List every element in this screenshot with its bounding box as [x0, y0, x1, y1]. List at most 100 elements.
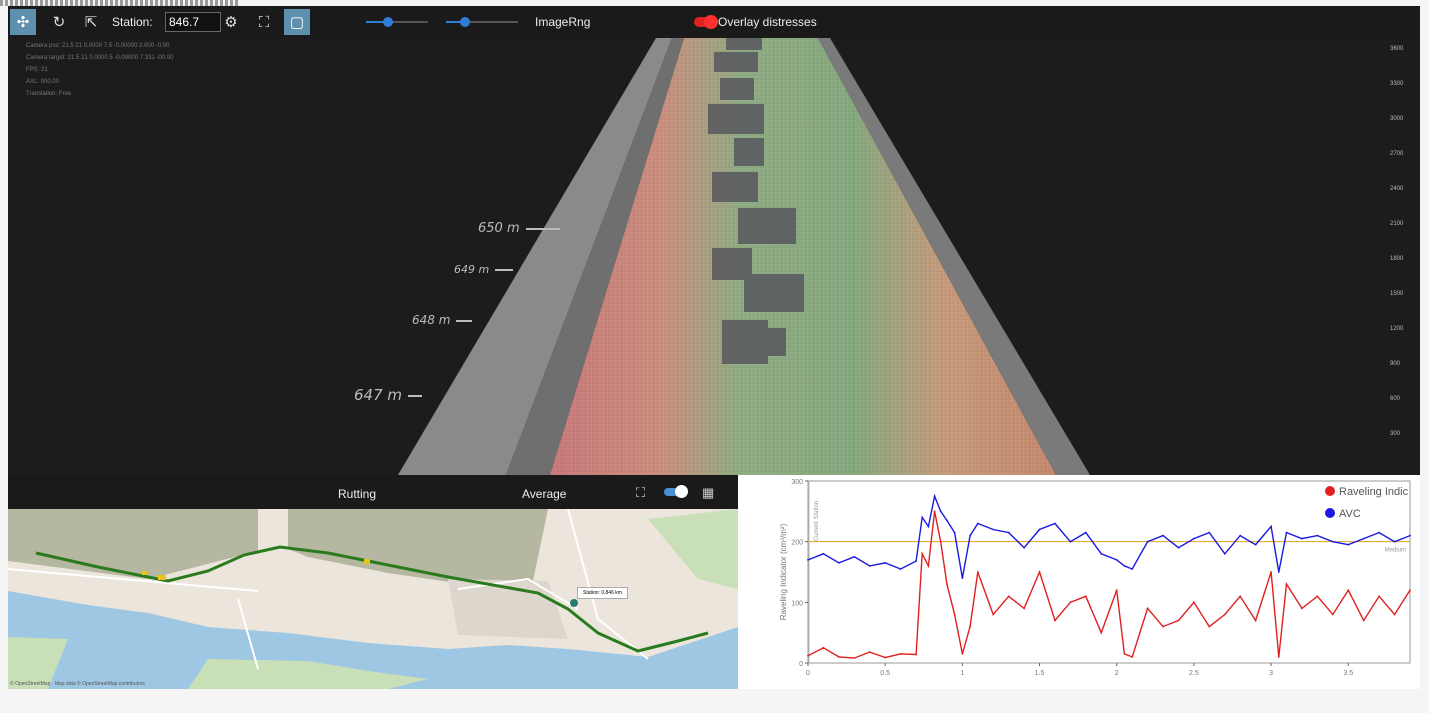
data-point: [1162, 625, 1164, 628]
y-tick-label: 100: [791, 600, 803, 607]
calculator-icon[interactable]: ▦: [702, 485, 714, 501]
data-point: [1131, 568, 1134, 570]
data-point: [899, 653, 902, 655]
x-tick-label: 0.5: [880, 670, 890, 677]
data-point: [1146, 540, 1149, 543]
data-point: [1409, 534, 1411, 537]
road-surface-render: [398, 38, 1090, 475]
data-point: [1100, 631, 1103, 634]
data-point: [946, 519, 948, 522]
data-point: [884, 656, 887, 659]
viewer-y-tick: 1200: [1390, 326, 1404, 332]
data-point: [899, 568, 902, 570]
data-point: [927, 565, 930, 567]
zoom-slider-handle[interactable]: [383, 17, 393, 27]
legend-label: Raveling Indic: [1339, 486, 1409, 498]
rotate-icon: ↻: [52, 14, 66, 31]
data-point: [915, 560, 917, 562]
viewer-y-tick: 300: [1390, 431, 1401, 437]
overlay-distresses-toggle[interactable]: [694, 15, 718, 29]
series-line-0: [807, 511, 1411, 659]
focus-icon[interactable]: ⛶: [636, 485, 645, 501]
data-point: [1301, 537, 1303, 540]
data-point: [1378, 531, 1381, 534]
info-line: FPS: 21: [26, 67, 48, 73]
data-point: [1409, 589, 1411, 592]
rutting-toggle[interactable]: [664, 485, 688, 498]
viewer-y-tick: 2400: [1390, 186, 1404, 192]
data-point: [961, 577, 964, 579]
data-point: [837, 562, 840, 564]
viewer-y-tick: 1500: [1390, 291, 1404, 297]
data-point: [992, 613, 995, 616]
move-tool-button[interactable]: ✣: [10, 9, 36, 35]
viewer-y-tick: 1800: [1390, 256, 1404, 262]
legend-swatch: [1325, 486, 1335, 496]
legend-label: AVC: [1339, 508, 1361, 520]
zoom-slider[interactable]: [366, 17, 428, 27]
data-point: [1331, 613, 1334, 616]
x-tick-label: 3: [1269, 670, 1273, 677]
station-mark-648: 648 m: [412, 313, 472, 327]
info-line: Translation: Free: [26, 91, 72, 97]
route-map[interactable]: © OpenStreetMap · Map data © OpenStreetM…: [8, 509, 738, 689]
data-point: [1069, 601, 1072, 604]
x-tick-label: 0: [806, 670, 810, 677]
data-point: [953, 531, 956, 534]
y-axis-label: Raveling Indicator (cm³/m²): [779, 523, 788, 620]
x-tick-label: 2.5: [1189, 670, 1199, 677]
export-button[interactable]: ⇱: [78, 9, 104, 35]
data-point: [946, 583, 948, 586]
station-mark-650: 650 m: [478, 221, 560, 236]
info-line: AXL: 000.00: [26, 79, 60, 85]
status-strip: [8, 689, 1420, 713]
data-point: [1023, 546, 1026, 549]
layer-button[interactable]: ▢: [284, 9, 310, 35]
station-mark-647: 647 m: [354, 386, 422, 404]
station-label: Station:: [112, 15, 153, 29]
settings-button[interactable]: ⚙: [218, 9, 244, 35]
data-point: [1254, 619, 1257, 622]
data-point: [1223, 613, 1226, 616]
series-line-1: [807, 493, 1411, 579]
data-point: [1023, 607, 1026, 610]
data-point: [1208, 625, 1211, 628]
data-point: [807, 654, 809, 657]
data-point: [1239, 534, 1242, 537]
data-point: [1038, 571, 1041, 573]
viewer-y-tick: 3300: [1390, 81, 1404, 87]
data-point: [939, 510, 942, 513]
export-icon: ⇱: [84, 14, 98, 31]
x-tick-label: 2: [1115, 670, 1119, 677]
data-point: [1362, 619, 1365, 622]
data-point: [976, 571, 979, 573]
y-tick-label: 200: [791, 540, 803, 547]
rotate-button[interactable]: ↻: [46, 9, 72, 35]
station-mark-649: 649 m: [454, 263, 513, 276]
data-point: [1123, 653, 1126, 655]
data-point: [1084, 595, 1087, 598]
data-point: [822, 552, 825, 555]
data-point: [1131, 656, 1134, 658]
layer-icon: ▢: [289, 14, 305, 31]
data-point: [1362, 537, 1365, 540]
data-point: [1192, 601, 1195, 604]
data-point: [1177, 619, 1180, 622]
viewer-toolbar: ✣ ↻ ⇱ Station: ⚙ ⛶ ▢ ImageRng Overlay di…: [8, 6, 1420, 38]
data-point: [1316, 595, 1319, 598]
image-range-slider[interactable]: [446, 17, 518, 27]
data-point: [1239, 595, 1242, 598]
raveling-chart[interactable]: 0 100 200 300 0 0.5 1 1.5 2 2.5 3 3.5 Raveling Indic…: [738, 475, 1420, 689]
data-point: [853, 657, 856, 660]
data-point: [1100, 552, 1103, 555]
image-range-slider-handle[interactable]: [460, 17, 470, 27]
station-input[interactable]: [165, 12, 221, 32]
focus-icon: ⛶: [258, 13, 270, 31]
data-point: [1038, 528, 1041, 531]
data-point: [884, 562, 887, 564]
fit-view-button[interactable]: ⛶: [251, 9, 277, 35]
data-point: [915, 653, 917, 656]
data-point: [1301, 607, 1303, 610]
data-point: [1223, 552, 1226, 555]
pavement-3d-viewer[interactable]: Camera pos: 21.5 21 0.0000 7.5 -0.00000 …: [8, 38, 1420, 475]
